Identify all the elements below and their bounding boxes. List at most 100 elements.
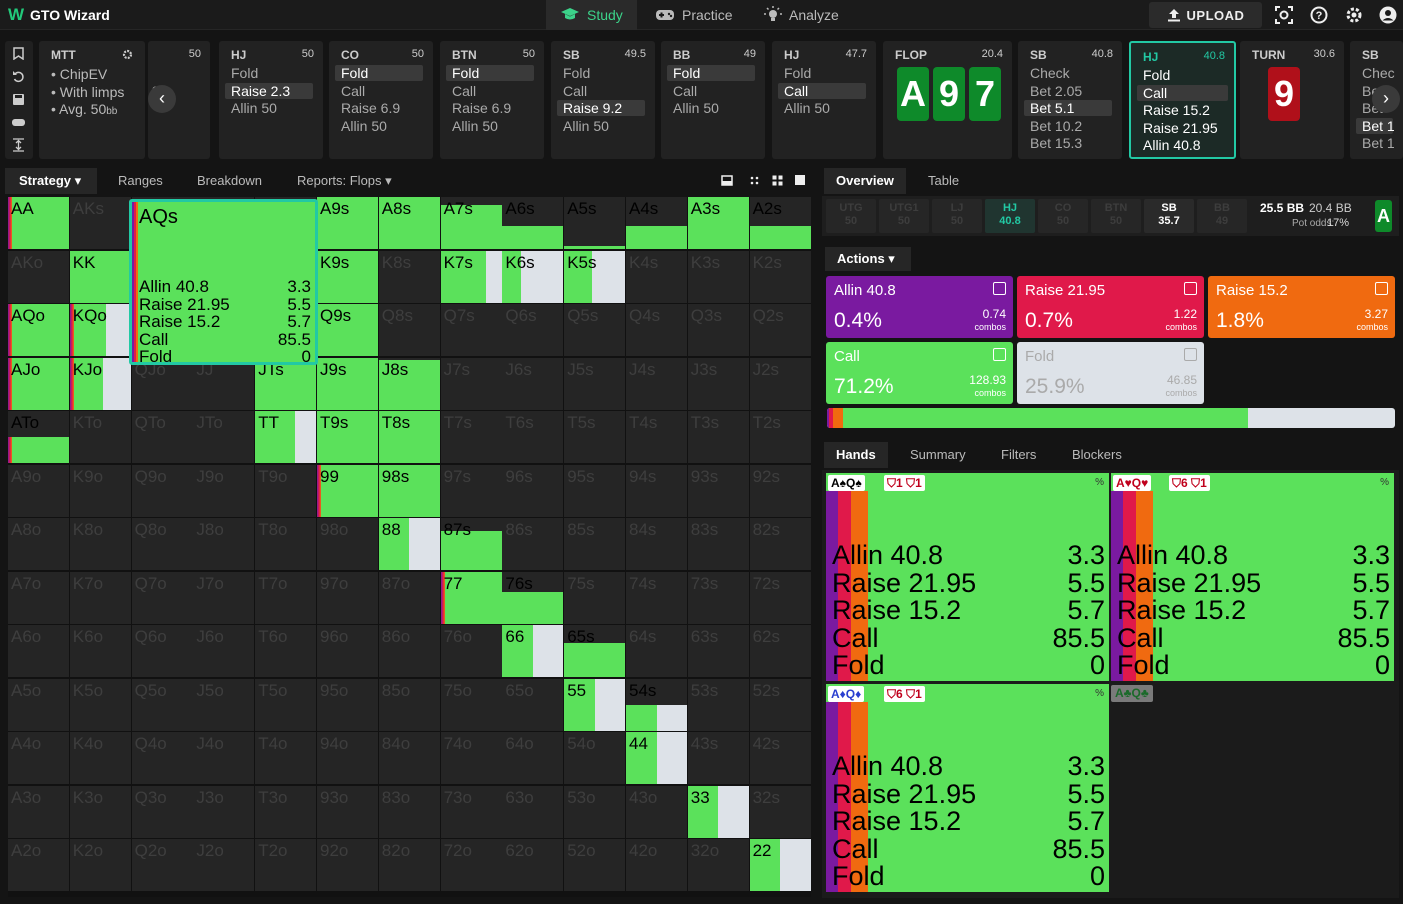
tab-analyze[interactable]: Analyze: [750, 0, 853, 30]
hand-cell-A9o[interactable]: A9o: [8, 464, 69, 517]
hand-cell-T2o[interactable]: T2o: [255, 839, 317, 891]
hand-cell-AQo[interactable]: AQo: [8, 304, 69, 356]
hand-cell-Q4s[interactable]: Q4s: [626, 304, 687, 356]
hand-cell-97o[interactable]: 97o: [317, 571, 378, 624]
hand-cell-K7o[interactable]: K7o: [69, 571, 131, 624]
hand-cell-Q3o[interactable]: Q3o: [131, 785, 193, 838]
hand-cell-Q5o[interactable]: Q5o: [131, 678, 193, 731]
combo-card-1[interactable]: A♥Q♥ ⛉6 ⛉1% Allin 40.8 3.3 Raise 21.95 5.5 Rai…: [1111, 473, 1394, 681]
seat-btn[interactable]: BTN 50: [1091, 199, 1141, 233]
hand-cell-A5o[interactable]: A5o: [8, 678, 69, 731]
hand-cell-T4o[interactable]: T4o: [255, 732, 317, 784]
hand-cell-22[interactable]: 22: [749, 839, 811, 891]
hand-cell-Q4o[interactable]: Q4o: [131, 732, 193, 784]
card-action[interactable]: Allin 50: [673, 100, 719, 116]
hand-cell-95s[interactable]: 95s: [564, 464, 626, 517]
hand-cell-K4s[interactable]: K4s: [626, 250, 687, 303]
hand-cell-Q7s[interactable]: Q7s: [440, 304, 502, 356]
hand-cell-A7o[interactable]: A7o: [8, 571, 69, 624]
hand-cell-77[interactable]: 77: [440, 571, 502, 624]
card-action[interactable]: Allin 50: [231, 100, 277, 116]
hand-cell-A8o[interactable]: A8o: [8, 518, 69, 570]
hand-cell-55[interactable]: 55: [564, 678, 626, 731]
hand-cell-A2o[interactable]: A2o: [8, 839, 69, 891]
hand-cell-54s[interactable]: 54s: [626, 678, 687, 731]
hand-cell-88[interactable]: 88: [378, 518, 440, 570]
hand-cell-T5s[interactable]: T5s: [564, 411, 626, 463]
action-box-allin[interactable]: Allin 40.8 0.4% 0.74 combos: [826, 276, 1013, 338]
card-action[interactable]: Fold: [784, 65, 811, 81]
details-icon[interactable]: [993, 282, 1006, 295]
save-icon[interactable]: [12, 93, 25, 106]
hand-cell-62o[interactable]: 62o: [502, 839, 564, 891]
view-small-grid-icon[interactable]: [749, 175, 760, 186]
hand-cell-93o[interactable]: 93o: [317, 785, 378, 838]
hand-cell-J2o[interactable]: J2o: [193, 839, 255, 891]
hand-cell-K4o[interactable]: K4o: [69, 732, 131, 784]
hand-cell-52o[interactable]: 52o: [564, 839, 626, 891]
card-action[interactable]: Call: [673, 83, 697, 99]
hand-cell-J7s[interactable]: J7s: [440, 357, 502, 410]
hand-cell-JJ[interactable]: JJ: [193, 357, 255, 410]
tab-overview[interactable]: Overview: [824, 168, 906, 194]
hand-cell-43s[interactable]: 43s: [687, 732, 749, 784]
hand-cell-63o[interactable]: 63o: [502, 785, 564, 838]
card-action[interactable]: Allin 50: [563, 118, 609, 134]
hand-cell-Q2o[interactable]: Q2o: [131, 839, 193, 891]
hand-cell-J3o[interactable]: J3o: [193, 785, 255, 838]
hand-cell-53s[interactable]: 53s: [687, 678, 749, 731]
hand-cell-T8s[interactable]: T8s: [378, 411, 440, 463]
hand-cell-J9o[interactable]: J9o: [193, 464, 255, 517]
hand-cell-AA[interactable]: AA: [8, 197, 69, 249]
hand-cell-65s[interactable]: 65s: [564, 625, 626, 677]
card-action[interactable]: Chec: [1362, 65, 1395, 81]
hand-cell-94o[interactable]: 94o: [317, 732, 378, 784]
card-action[interactable]: Raise 6.9: [341, 100, 400, 116]
percent-toggle[interactable]: %: [1095, 477, 1104, 488]
hand-cell-Q8o[interactable]: Q8o: [131, 518, 193, 570]
hand-cell-T6s[interactable]: T6s: [502, 411, 564, 463]
card-action[interactable]: Fold: [667, 65, 755, 81]
settings-gear-icon[interactable]: [1345, 6, 1363, 24]
hand-cell-K2s[interactable]: K2s: [749, 250, 811, 303]
card-action[interactable]: Bet 2.05: [1030, 83, 1082, 99]
hand-cell-ATo[interactable]: ATo: [8, 411, 69, 463]
card-action[interactable]: Fold: [446, 65, 534, 81]
hand-cell-64o[interactable]: 64o: [502, 732, 564, 784]
card-action[interactable]: Bet 15.3: [1030, 135, 1082, 151]
hand-cell-J9s[interactable]: J9s: [317, 357, 378, 410]
history-card-hj-6[interactable]: HJ 47.7 Fold Call Allin 50: [772, 41, 876, 159]
card-action[interactable]: Call: [341, 83, 365, 99]
seat-sb[interactable]: SB 35.7: [1144, 199, 1194, 233]
hand-cell-K9o[interactable]: K9o: [69, 464, 131, 517]
history-card-btn-3[interactable]: BTN 50 Fold Call Raise 6.9 Allin 50: [440, 41, 544, 159]
hand-cell-72s[interactable]: 72s: [749, 571, 811, 624]
hand-cell-85s[interactable]: 85s: [564, 518, 626, 570]
card-action[interactable]: Bet 10.2: [1030, 118, 1082, 134]
hand-cell-53o[interactable]: 53o: [564, 785, 626, 838]
history-card-bb-5[interactable]: BB 49 Fold Call Allin 50: [661, 41, 765, 159]
card-action[interactable]: Bet 5.1: [1024, 100, 1112, 116]
card-action[interactable]: Bet 1: [1356, 117, 1395, 134]
hand-cell-AKo[interactable]: AKo: [8, 250, 69, 303]
hand-cell-J6o[interactable]: J6o: [193, 625, 255, 677]
hand-cell-T3s[interactable]: T3s: [687, 411, 749, 463]
hand-cell-K9s[interactable]: K9s: [317, 250, 378, 303]
hand-cell-J5s[interactable]: J5s: [564, 357, 626, 410]
details-icon[interactable]: [1375, 282, 1388, 295]
percent-toggle[interactable]: %: [1095, 688, 1104, 699]
combo-badge-ac-qc[interactable]: A♣Q♣: [1111, 685, 1153, 702]
history-scroll-right-button[interactable]: ›: [1372, 85, 1400, 113]
card-action[interactable]: Fold: [335, 65, 423, 81]
tab-ranges[interactable]: Ranges: [118, 168, 163, 194]
card-action[interactable]: Bet 1: [1362, 135, 1395, 151]
card-action[interactable]: Call: [563, 83, 587, 99]
seat-utg[interactable]: UTG 50: [826, 199, 876, 233]
hand-cell-K5s[interactable]: K5s: [564, 250, 626, 303]
hand-cell-QTo[interactable]: QTo: [131, 411, 193, 463]
history-card-sb-8[interactable]: SB 40.8 Check Bet 2.05 Bet 5.1 Bet 10.2 Bet 15…: [1018, 41, 1122, 159]
hand-cell-82s[interactable]: 82s: [749, 518, 811, 570]
hand-cell-87s[interactable]: 87s: [440, 518, 502, 570]
hand-cell-T3o[interactable]: T3o: [255, 785, 317, 838]
hand-cell-K3o[interactable]: K3o: [69, 785, 131, 838]
